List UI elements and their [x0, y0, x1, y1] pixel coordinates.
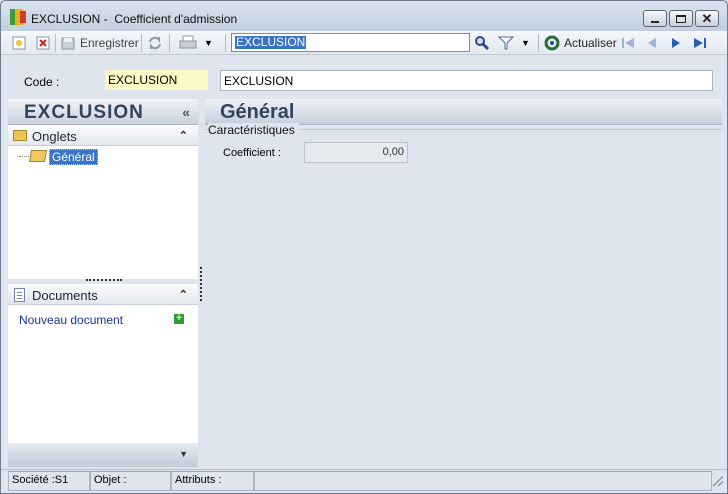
tabs-section-header[interactable]: Onglets ⌃ — [8, 125, 198, 146]
status-message — [254, 471, 712, 491]
groupbox-label: Caractéristiques — [208, 123, 299, 137]
folder-icon — [13, 130, 27, 141]
app-window: EXCLUSION - Coefficient d'admission ✕ En… — [0, 0, 728, 494]
vertical-splitter[interactable] — [200, 267, 202, 301]
close-button[interactable]: ✕ — [695, 10, 719, 27]
save-label: Enregistrer — [80, 36, 139, 50]
print-dropdown[interactable]: ▼ — [204, 34, 213, 52]
content-header: Général — [205, 99, 722, 125]
record-header: Code : EXCLUSION EXCLUSION — [1, 56, 727, 98]
navigation-panel: EXCLUSION « Onglets ⌃ Général Documents … — [8, 99, 198, 469]
minimize-button[interactable] — [643, 10, 667, 27]
code-label: Code : — [24, 75, 60, 89]
document-icon — [14, 288, 25, 302]
printer-icon — [179, 35, 197, 51]
tabs-section-label: Onglets — [32, 129, 77, 144]
refresh-icon — [544, 35, 560, 51]
panel-header: EXCLUSION « — [8, 99, 198, 125]
code-field[interactable]: EXCLUSION — [105, 70, 208, 90]
documents-list: Nouveau document + — [8, 305, 198, 443]
coefficient-label: Coefficient : — [223, 147, 281, 159]
search-icon — [474, 35, 490, 51]
scroll-down-icon[interactable]: ▼ — [179, 449, 188, 459]
libelle-field[interactable]: EXCLUSION — [220, 70, 713, 91]
chevron-double-up-icon[interactable]: ⌃ — [179, 288, 188, 301]
toolbar-separator — [55, 34, 56, 52]
skip-first-icon — [620, 35, 636, 51]
window-controls: ✕ — [643, 10, 719, 27]
search-input[interactable]: EXCLUSION — [235, 36, 307, 49]
search-button[interactable] — [474, 34, 490, 52]
coefficient-field[interactable]: 0,00 — [304, 142, 408, 163]
filter-icon — [497, 35, 515, 51]
save-icon — [60, 35, 76, 51]
print-button[interactable] — [179, 34, 197, 52]
new-document-link[interactable]: Nouveau document — [19, 313, 123, 327]
chevron-down-icon: ▼ — [204, 38, 213, 48]
next-icon — [668, 35, 684, 51]
last-record-button[interactable] — [692, 34, 708, 52]
toolbar-separator — [225, 34, 226, 52]
refresh-label: Actualiser — [564, 36, 617, 50]
panel-title: EXCLUSION — [24, 102, 144, 123]
toolbar: Enregistrer ▼ EXCLUSION ▼ Actualiser — [1, 31, 727, 55]
status-attributs: Attributs : — [171, 471, 254, 491]
previous-record-button[interactable] — [644, 34, 660, 52]
chevron-down-icon: ▼ — [521, 38, 530, 48]
toolbar-separator — [538, 34, 539, 52]
filter-button[interactable] — [497, 34, 515, 52]
chevron-double-up-icon[interactable]: ⌃ — [179, 129, 188, 142]
open-folder-icon — [28, 150, 48, 162]
plus-icon[interactable]: + — [174, 314, 184, 324]
toolbar-separator — [169, 34, 170, 52]
new-record-icon — [11, 35, 27, 51]
tabs-tree: Général — [8, 146, 198, 279]
panel-footer: ▼ — [8, 443, 198, 467]
sync-button[interactable] — [147, 34, 163, 52]
documents-section-label: Documents — [32, 288, 98, 303]
status-bar: Société :S1 Objet : Attributs : — [1, 469, 727, 493]
skip-last-icon — [692, 35, 708, 51]
toolbar-separator — [141, 34, 142, 52]
resize-grip-icon[interactable] — [713, 476, 723, 486]
collapse-panel-icon[interactable]: « — [182, 104, 190, 120]
save-button[interactable]: Enregistrer — [60, 34, 139, 52]
status-objet: Objet : — [90, 471, 171, 491]
search-box[interactable]: EXCLUSION — [231, 33, 470, 52]
maximize-button[interactable] — [669, 10, 693, 27]
filter-dropdown[interactable]: ▼ — [521, 34, 530, 52]
new-button[interactable] — [11, 34, 27, 52]
sync-icon — [147, 35, 163, 51]
next-record-button[interactable] — [668, 34, 684, 52]
delete-button[interactable] — [35, 34, 51, 52]
title-bar[interactable]: EXCLUSION - Coefficient d'admission ✕ — [1, 1, 727, 31]
previous-icon — [644, 35, 660, 51]
delete-icon — [35, 35, 51, 51]
maximize-icon — [676, 14, 686, 23]
app-logo-icon — [10, 9, 26, 25]
first-record-button[interactable] — [620, 34, 636, 52]
tree-item-general[interactable]: Général — [49, 149, 98, 165]
horizontal-splitter[interactable] — [86, 279, 122, 282]
refresh-button[interactable]: Actualiser — [544, 34, 617, 52]
documents-section-header[interactable]: Documents ⌃ — [8, 284, 198, 305]
status-societe: Société :S1 — [8, 471, 90, 491]
minimize-icon — [651, 20, 659, 23]
window-title: EXCLUSION - Coefficient d'admission — [31, 12, 238, 26]
section-title: Général — [220, 101, 295, 123]
close-icon: ✕ — [701, 11, 713, 26]
